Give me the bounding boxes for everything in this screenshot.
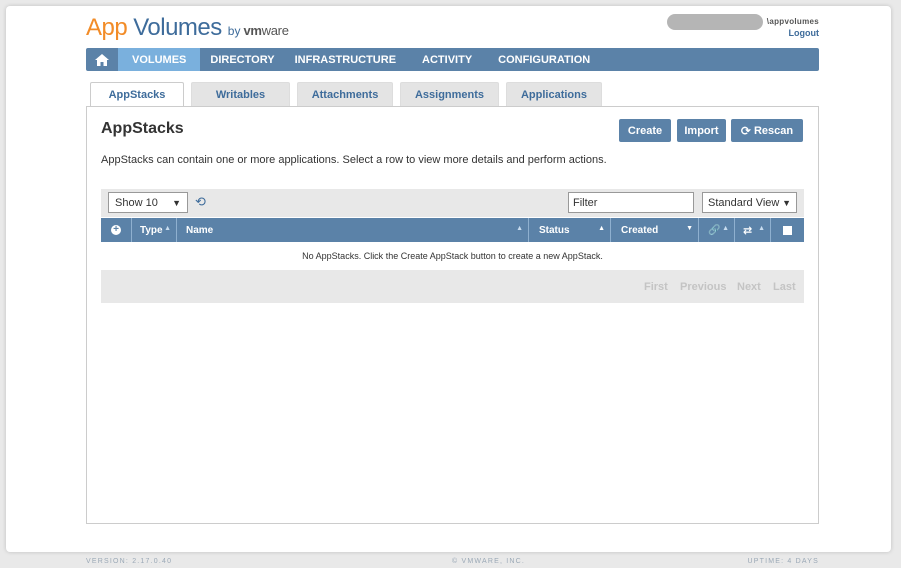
column-attachments[interactable]: ⇄ ▲ [735, 218, 771, 242]
vmware-logo: vmware [243, 23, 288, 38]
page-title: AppStacks [101, 120, 184, 137]
rescan-icon: ⟳ [740, 123, 751, 138]
pager-last[interactable]: Last [773, 281, 796, 293]
refresh-icon[interactable]: ⟲ [195, 195, 206, 209]
vmware-logo-ware: ware [261, 23, 289, 38]
tab-assignments[interactable]: Assignments [400, 82, 499, 106]
empty-table-message: No AppStacks. Click the Create AppStack … [101, 242, 804, 270]
tab-attachments[interactable]: Attachments [297, 82, 393, 106]
logout-link[interactable]: Logout [789, 28, 820, 38]
column-type-label: Type [140, 224, 163, 236]
pager-next[interactable]: Next [737, 281, 761, 293]
link-icon: 🔗 [708, 224, 721, 236]
app-volumes-logo: App Volumes by vmware [86, 14, 289, 42]
chevron-down-icon: ▼ [782, 197, 791, 208]
rescan-button[interactable]: ⟳ Rescan [731, 119, 803, 142]
column-status-label: Status [539, 224, 570, 236]
logo-app-text: App [86, 14, 128, 41]
appstacks-panel: AppStacks Create Import ⟳ Rescan AppStac… [86, 106, 819, 524]
filter-input[interactable]: Filter [568, 192, 694, 213]
sort-down-icon: ▼ [686, 225, 693, 232]
page-description: AppStacks can contain one or more applic… [101, 154, 607, 166]
column-created[interactable]: Created ▼ [611, 218, 699, 242]
redacted-user-domain [667, 14, 763, 30]
nav-activity[interactable]: ACTIVITY [406, 48, 488, 71]
pager-previous[interactable]: Previous [680, 281, 726, 293]
pagination: First Previous Next Last [101, 270, 804, 303]
nav-directory[interactable]: DIRECTORY [200, 48, 284, 71]
table-toolbar: Show 10 ▼ ⟲ Filter Standard View ▼ [101, 189, 804, 217]
nav-volumes[interactable]: VOLUMES [118, 48, 201, 71]
logo-volumes-text: Volumes [133, 14, 222, 41]
footer-copyright: © VMWARE, INC. [452, 558, 526, 565]
select-all-checkbox[interactable] [771, 218, 804, 242]
column-name-label: Name [186, 224, 214, 236]
logo-by-text: by [227, 24, 241, 38]
pager-first[interactable]: First [644, 281, 668, 293]
column-type[interactable]: Type ▲ [132, 218, 177, 242]
rescan-label: Rescan [753, 124, 794, 137]
chevron-down-icon: ▼ [172, 197, 181, 208]
column-created-label: Created [621, 224, 659, 236]
footer-uptime: UPTIME: 4 DAYS [747, 558, 819, 565]
tab-appstacks[interactable]: AppStacks [90, 82, 184, 107]
column-name[interactable]: Name ▲ [177, 218, 529, 242]
user-name: \appvolumes [766, 17, 819, 26]
table-header: + Type ▲ Name ▲ Status ▲ Created ▼ 🔗 ▲ ⇄ ▲ [101, 218, 804, 242]
transfer-icon: ⇄ [743, 224, 753, 237]
sort-up-icon: ▲ [598, 225, 605, 232]
vmware-logo-vm: vm [243, 23, 262, 38]
sort-up-icon: ▲ [516, 225, 523, 232]
tab-applications[interactable]: Applications [506, 82, 602, 106]
import-button[interactable]: Import [677, 119, 726, 142]
main-navbar: VOLUMES DIRECTORY INFRASTRUCTURE ACTIVIT… [86, 48, 819, 71]
create-button[interactable]: Create [619, 119, 671, 142]
sub-tabs: AppStacks Writables Attachments Assignme… [90, 82, 609, 107]
expand-all-icon[interactable]: + [101, 218, 132, 242]
show-entries-value: Show 10 [115, 196, 158, 209]
footer-version: VERSION: 2.17.0.40 [86, 558, 173, 565]
column-link[interactable]: 🔗 ▲ [699, 218, 735, 242]
sort-up-icon: ▲ [758, 225, 765, 232]
home-icon[interactable] [86, 48, 118, 71]
view-select[interactable]: Standard View ▼ [702, 192, 797, 213]
nav-configuration[interactable]: CONFIGURATION [488, 48, 600, 71]
sort-up-icon: ▲ [164, 225, 171, 232]
tab-writables[interactable]: Writables [191, 82, 290, 106]
nav-infrastructure[interactable]: INFRASTRUCTURE [285, 48, 406, 71]
sort-up-icon: ▲ [722, 225, 729, 232]
column-status[interactable]: Status ▲ [529, 218, 611, 242]
view-select-value: Standard View [708, 196, 780, 209]
show-entries-select[interactable]: Show 10 ▼ [108, 192, 188, 213]
